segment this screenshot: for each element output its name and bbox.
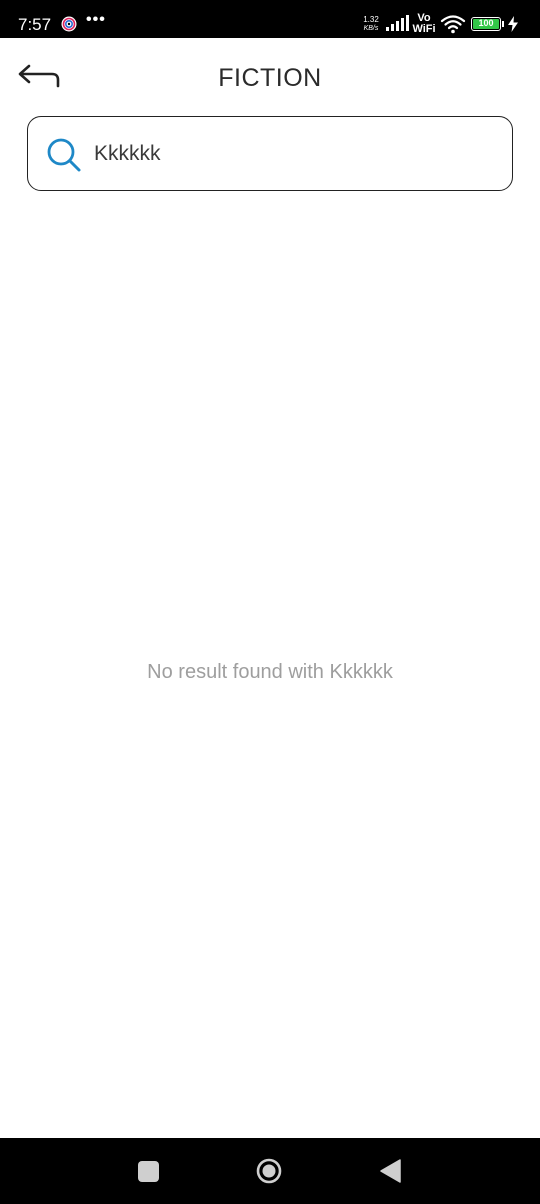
wifi-icon	[440, 15, 466, 34]
recents-icon[interactable]	[138, 1161, 159, 1182]
back-icon[interactable]	[378, 1158, 402, 1184]
search-box[interactable]	[27, 116, 513, 191]
battery-icon: 100	[471, 17, 501, 31]
page-title: FICTION	[218, 64, 322, 92]
network-speed-unit: KB/s	[363, 25, 379, 32]
signal-icon	[386, 15, 409, 31]
app-notification-icon	[61, 16, 77, 32]
battery-level: 100	[473, 19, 499, 29]
search-icon[interactable]	[45, 136, 83, 174]
vowifi-indicator: Vo WiFi	[412, 13, 436, 35]
more-notifications-icon: •••	[86, 11, 106, 28]
screen: 7:57 ••• 1.32 KB/s Vo WiFi 100 FICTION K…	[0, 0, 540, 1204]
navigation-bar	[0, 1138, 540, 1204]
search-input[interactable]	[94, 137, 494, 171]
status-time: 7:57	[18, 15, 52, 34]
battery-tip	[502, 21, 504, 27]
charging-icon	[508, 16, 518, 32]
status-bar: 7:57 ••• 1.32 KB/s Vo WiFi 100	[0, 0, 540, 38]
network-speed: 1.32 KB/s	[360, 15, 382, 33]
wifi-label: WiFi	[412, 23, 436, 35]
empty-results-message: No result found with Kkkkkk	[147, 661, 393, 683]
network-speed-value: 1.32	[363, 15, 379, 24]
home-icon[interactable]	[256, 1158, 282, 1184]
